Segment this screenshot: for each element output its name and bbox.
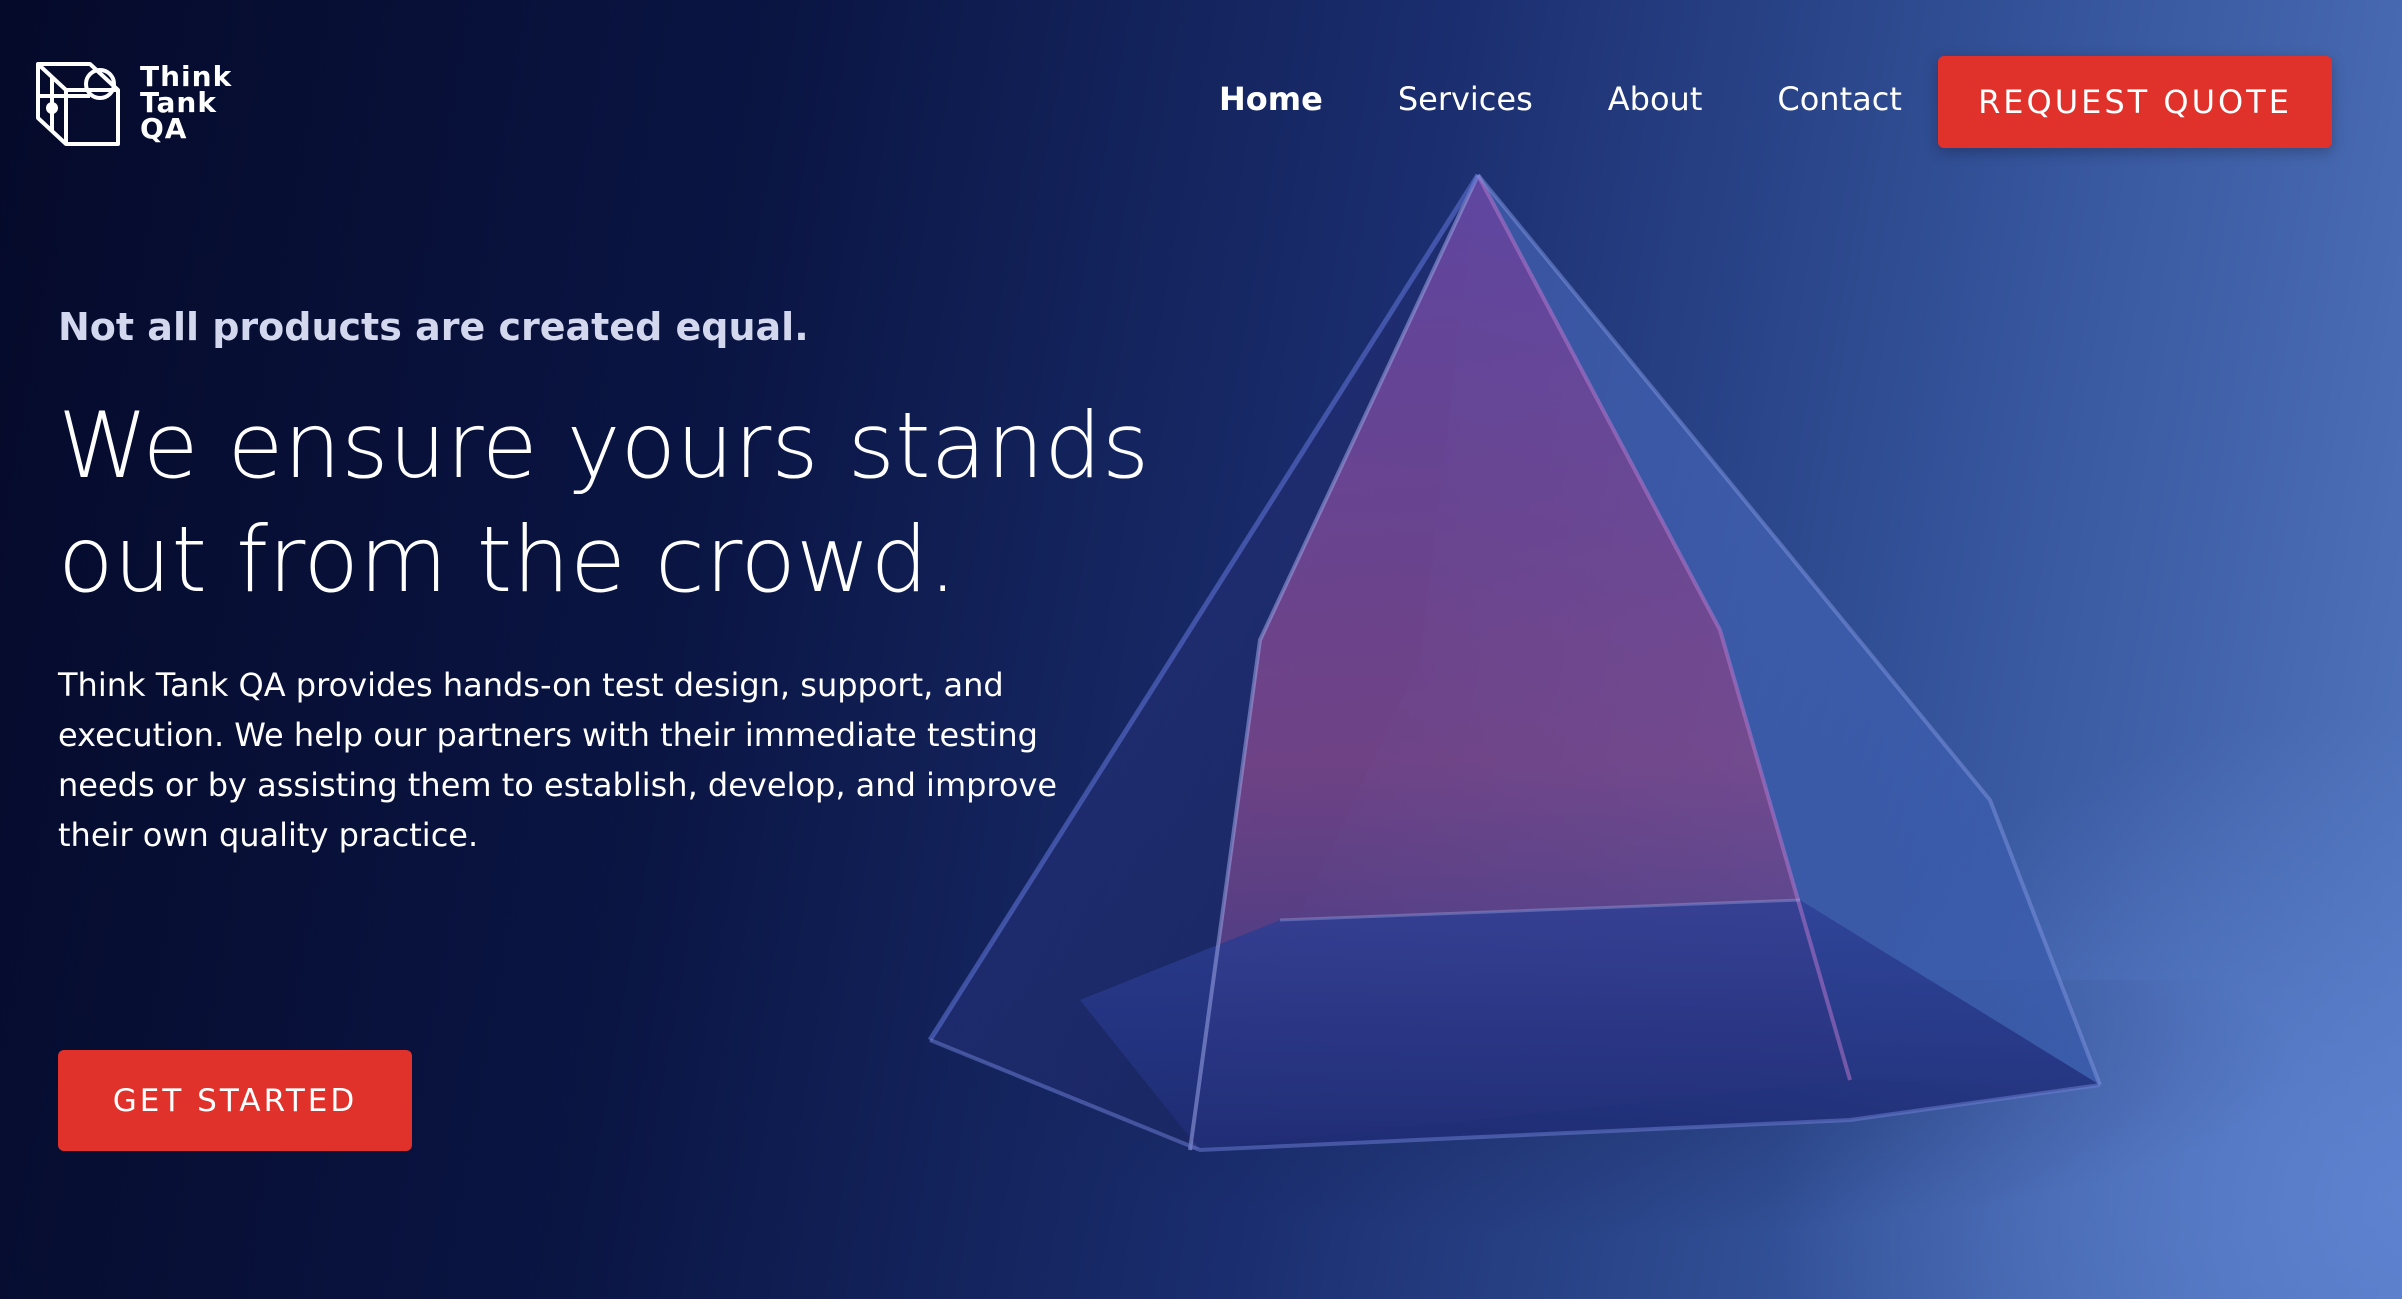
get-started-button[interactable]: GET STARTED <box>58 1050 412 1151</box>
request-quote-button[interactable]: REQUEST QUOTE <box>1938 56 2332 148</box>
hero-description: Think Tank QA provides hands-on test des… <box>58 666 1058 854</box>
hero-headline-line-2: out from the crowd. <box>58 508 958 613</box>
nav-item-contact[interactable]: Contact <box>1777 80 1902 118</box>
brand-name: Think Tank QA <box>140 63 232 145</box>
hero-kicker: Not all products are created equal. <box>58 305 809 349</box>
brand-name-line-3: QA <box>140 112 188 145</box>
main-nav: Home Services About Contact <box>1219 80 1977 118</box>
hero-headline-line-1: We ensure yours stands <box>58 394 1150 499</box>
cube-logo-icon <box>36 62 120 146</box>
nav-item-about[interactable]: About <box>1608 80 1703 118</box>
nav-item-home[interactable]: Home <box>1219 80 1323 118</box>
hero-headline: We ensure yours stands out from the crow… <box>58 390 1158 618</box>
hero-section: Think Tank QA Home Services About Contac… <box>0 0 2402 1299</box>
nav-item-services[interactable]: Services <box>1398 80 1533 118</box>
brand-logo[interactable]: Think Tank QA <box>30 56 232 150</box>
